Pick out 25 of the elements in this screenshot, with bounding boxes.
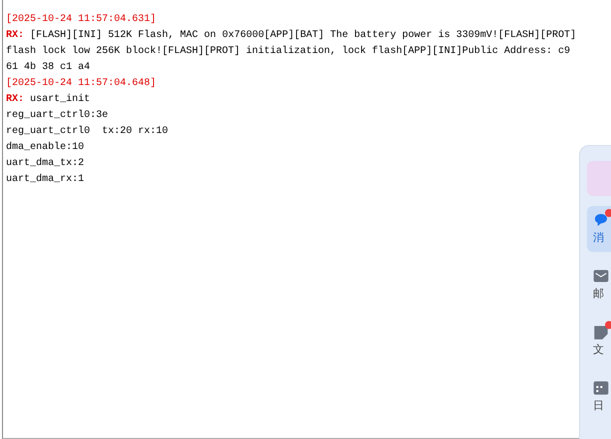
side-panel-label: 消: [593, 230, 604, 245]
log-text: uart_dma_tx:2: [6, 156, 86, 171]
calendar-icon: [593, 380, 609, 396]
document-icon: [593, 324, 609, 340]
side-panel-label: 邮: [593, 286, 604, 301]
envelope-icon: [593, 268, 609, 284]
timestamp-text: [2025-10-24 11:57:04.648]: [6, 76, 158, 91]
rx-label: RX:: [6, 94, 24, 105]
rx-label: RX:: [6, 30, 24, 41]
log-text: reg_uart_ctrl0:3e: [6, 108, 110, 123]
log-text: [FLASH][INI] 512K Flash, MAC on 0x76000[APP][BAT] The battery power is 3309mV![FLASH][PROT]: [30, 30, 576, 41]
log-text: uart_dma_rx:1: [6, 172, 86, 187]
timestamp-text: [2025-10-24 11:57:04.631]: [6, 12, 158, 27]
log-text: flash lock low 256K block![FLASH][PROT] initialization, lock flash[APP][INI]Public Address: c9: [6, 44, 572, 59]
side-panel-label: 日: [593, 398, 604, 413]
log-text: 61 4b 38 c1 a4: [6, 60, 92, 75]
side-panel-item[interactable]: 文: [587, 318, 611, 364]
log-text: reg_uart_ctrl0 tx:20 rx:10: [6, 124, 170, 139]
side-panel-item[interactable]: 消: [587, 206, 611, 252]
side-panel-item[interactable]: 日: [587, 374, 611, 420]
log-text: usart_init: [30, 94, 90, 105]
chat-bubble-icon: [593, 212, 609, 228]
log-text: dma_enable:10: [6, 140, 86, 155]
side-panel-item[interactable]: 邮: [587, 262, 611, 308]
side-panel-label: 文: [593, 342, 604, 357]
